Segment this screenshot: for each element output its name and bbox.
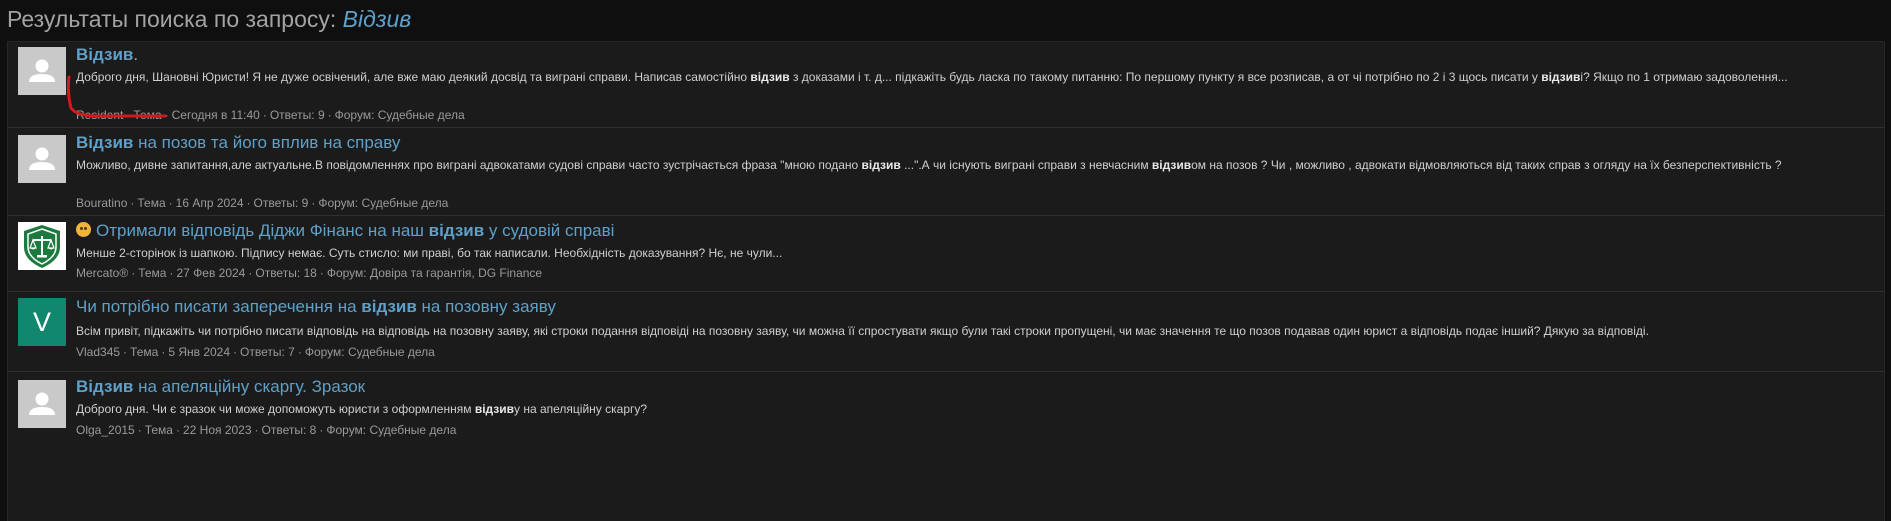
result-item: Отримали відповідь Діджи Фінанс на наш в… bbox=[8, 216, 1884, 292]
title-highlight: відзив bbox=[361, 297, 417, 316]
snippet-highlight: відзив bbox=[750, 70, 790, 84]
title-highlight: Відзив bbox=[76, 133, 134, 152]
avatar[interactable] bbox=[18, 380, 66, 428]
result-date[interactable]: 5 Янв 2024 bbox=[168, 345, 230, 359]
default-avatar-icon bbox=[18, 47, 66, 95]
title-highlight: Відзив bbox=[76, 45, 134, 64]
result-type: Тема bbox=[133, 108, 162, 122]
snippet-highlight: відзив bbox=[1541, 70, 1581, 84]
result-meta: Bouratino · Тема · 16 Апр 2024 · Ответы: 9 · Фор… bbox=[76, 196, 449, 210]
author-link[interactable]: Vlad345 bbox=[76, 345, 120, 359]
title-text: на позов та його вплив на справу bbox=[133, 133, 401, 152]
result-title[interactable]: Відзив на позов та його вплив на справу bbox=[76, 132, 400, 154]
forum-link[interactable]: Форум: Судебные дела bbox=[335, 108, 465, 122]
title-text: Отримали відповідь Діджи Фінанс на наш bbox=[96, 221, 429, 240]
forum-link[interactable]: Форум: Довіра та гарантія, DG Finance bbox=[327, 266, 542, 280]
snippet-text: ом на позов ? Чи , можливо , адвокати ві… bbox=[1191, 158, 1782, 172]
result-title[interactable]: Відзив на апеляційну скаргу. Зразок bbox=[76, 376, 365, 398]
reply-count: Ответы: 9 bbox=[253, 196, 309, 210]
result-date[interactable]: 16 Апр 2024 bbox=[176, 196, 244, 210]
snippet-text: Всім привіт, підкажіть чи потрібно писат… bbox=[76, 324, 1649, 338]
author-link[interactable]: Resident bbox=[76, 108, 123, 122]
result-date[interactable]: 27 Фев 2024 bbox=[176, 266, 245, 280]
result-item: V Чи потрібно писати заперечення на відз… bbox=[8, 292, 1884, 372]
result-meta: Olga_2015 · Тема · 22 Ноя 2023 · Ответы: 8 · Фор… bbox=[76, 423, 457, 437]
result-type: Тема bbox=[137, 196, 166, 210]
result-meta: Mercato® · Тема · 27 Фев 2024 · Ответы: 18 · Фор… bbox=[76, 266, 543, 280]
result-meta: Resident · Тема · Сегодня в 11:40 · Ответы: 9 ·… bbox=[76, 108, 465, 122]
page-title-prefix: Результаты поиска по запросу: bbox=[7, 6, 343, 32]
reply-count: Ответы: 9 bbox=[269, 108, 325, 122]
author-link[interactable]: Bouratino bbox=[76, 196, 127, 210]
result-title[interactable]: Відзив. bbox=[76, 44, 138, 66]
result-item: Відзив на позов та його вплив на справу … bbox=[8, 128, 1884, 216]
avatar[interactable] bbox=[18, 222, 66, 270]
reply-count: Ответы: 18 bbox=[255, 266, 317, 280]
snippet-highlight: відзив bbox=[861, 158, 901, 172]
snippet-text: і? Якщо по 1 отримаю задоволення... bbox=[1580, 70, 1788, 84]
snippet-text: Доброго дня, Шановні Юристи! Я не дуже о… bbox=[76, 70, 751, 84]
reply-count: Ответы: 7 bbox=[240, 345, 295, 359]
avatar[interactable] bbox=[18, 135, 66, 183]
snippet-text: у на апеляційну скаргу? bbox=[514, 402, 648, 416]
snippet-text: Менше 2-сторінок із шапкою. Підпису нема… bbox=[76, 246, 783, 260]
result-date[interactable]: 22 Ноя 2023 bbox=[183, 423, 252, 437]
title-text: на апеляційну скаргу. Зразок bbox=[133, 377, 366, 396]
search-query: Відзив bbox=[342, 6, 412, 32]
emoji-icon bbox=[76, 222, 91, 237]
reply-count: Ответы: 8 bbox=[261, 423, 317, 437]
result-item: Відзив. Доброго дня, Шановні Юристи! Я н… bbox=[8, 42, 1884, 128]
forum-link[interactable]: Форум: Судебные дела bbox=[305, 345, 435, 359]
title-highlight: Відзив bbox=[76, 377, 134, 396]
title-text: на позовну заяву bbox=[416, 297, 556, 316]
avatar[interactable] bbox=[18, 47, 66, 95]
results-list: Відзив. Доброго дня, Шановні Юристи! Я н… bbox=[7, 41, 1885, 521]
author-link[interactable]: Olga_2015 bbox=[76, 423, 135, 437]
snippet-text: ...".А чи існують виграні справи з невча… bbox=[900, 158, 1152, 172]
title-text: у судовій справі bbox=[484, 221, 615, 240]
author-link[interactable]: Mercato® bbox=[76, 266, 128, 280]
result-type: Тема bbox=[144, 423, 173, 437]
snippet-text: Доброго дня. Чи є зразок чи може допомож… bbox=[76, 402, 475, 416]
result-snippet: Можливо, дивне запитання,але актуальне.В… bbox=[76, 156, 1866, 174]
title-text: . bbox=[133, 45, 139, 64]
forum-link[interactable]: Форум: Судебные дела bbox=[318, 196, 448, 210]
search-results-page: Результаты поиска по запросу: Відзив Від… bbox=[0, 0, 1891, 521]
snippet-highlight: відзив bbox=[1151, 158, 1192, 172]
title-text: Чи потрібно писати заперечення на bbox=[76, 297, 362, 316]
snippet-text: Можливо, дивне запитання,але актуальне.В… bbox=[76, 158, 862, 172]
snippet-text: з доказами і т. д... підкажіть будь ласк… bbox=[789, 70, 1542, 84]
result-date[interactable]: Сегодня в 11:40 bbox=[172, 108, 260, 122]
default-avatar-icon bbox=[18, 380, 66, 428]
page-title: Результаты поиска по запросу: Відзив bbox=[7, 4, 411, 34]
result-item: Відзив на апеляційну скаргу. Зразок Добр… bbox=[8, 372, 1884, 452]
scales-shield-icon bbox=[18, 222, 66, 270]
result-snippet: Доброго дня, Шановні Юристи! Я не дуже о… bbox=[76, 68, 1866, 86]
result-snippet: Менше 2-сторінок із шапкою. Підпису нема… bbox=[76, 244, 1866, 262]
default-avatar-icon bbox=[18, 135, 66, 183]
result-snippet: Доброго дня. Чи є зразок чи може допомож… bbox=[76, 400, 1866, 418]
avatar[interactable]: V bbox=[18, 298, 66, 346]
title-highlight: відзив bbox=[428, 221, 485, 240]
result-type: Тема bbox=[138, 266, 167, 280]
snippet-highlight: відзив bbox=[474, 402, 515, 416]
result-title[interactable]: Отримали відповідь Діджи Фінанс на наш в… bbox=[76, 220, 614, 242]
result-snippet: Всім привіт, підкажіть чи потрібно писат… bbox=[76, 322, 1866, 340]
forum-link[interactable]: Форум: Судебные дела bbox=[326, 423, 456, 437]
result-meta: Vlad345 · Тема · 5 Янв 2024 · Ответы: 7 · Форум:… bbox=[76, 345, 435, 359]
result-title[interactable]: Чи потрібно писати заперечення на відзив… bbox=[76, 296, 556, 318]
result-type: Тема bbox=[130, 345, 159, 359]
